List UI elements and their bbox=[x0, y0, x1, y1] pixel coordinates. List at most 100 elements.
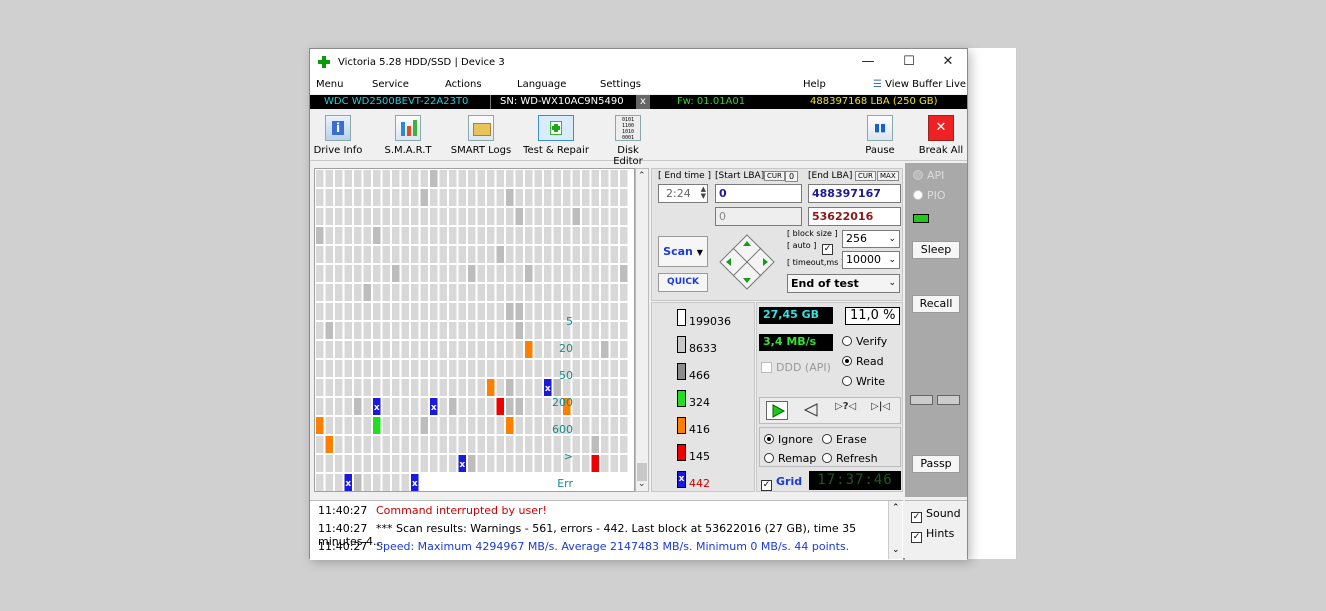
passp-button[interactable]: Passp bbox=[912, 455, 960, 473]
grid-cell bbox=[591, 322, 599, 339]
verify-radio[interactable]: Verify bbox=[842, 335, 887, 348]
grid-scrollbar[interactable]: ⌃ ⌄ bbox=[635, 168, 649, 492]
start-cur-button[interactable]: CUR bbox=[764, 171, 785, 181]
position-end-field: 53622016 bbox=[808, 207, 901, 226]
grid-cell bbox=[420, 436, 428, 453]
menu-item-menu[interactable]: Menu bbox=[316, 79, 343, 90]
back-button[interactable] bbox=[800, 401, 822, 420]
title-bar: Victoria 5.28 HDD/SSD | Device 3 — ☐ ✕ bbox=[310, 49, 967, 77]
grid-cell bbox=[591, 189, 599, 206]
end-of-test-select[interactable]: End of test ⌄ bbox=[787, 274, 900, 293]
legend-panel: 5 199036 20 8633 50 466 200 324 600 416 >145 … bbox=[552, 302, 755, 492]
test-repair-button[interactable]: Test & Repair bbox=[523, 115, 589, 156]
start-zero-button[interactable]: 0 bbox=[785, 171, 799, 182]
grid-cell bbox=[382, 284, 390, 301]
pio-radio[interactable]: PIO bbox=[913, 189, 946, 202]
grid-cell bbox=[544, 284, 552, 301]
grid-cell bbox=[430, 189, 438, 206]
scan-button[interactable]: Scan ▼ bbox=[658, 236, 708, 267]
end-button[interactable]: ▷|◁ bbox=[871, 401, 895, 420]
scroll-down-arrow-icon[interactable]: ⌄ bbox=[892, 545, 900, 555]
side-toggle-right[interactable] bbox=[937, 395, 960, 405]
remap-radio[interactable]: Remap bbox=[764, 452, 816, 465]
menu-item-service[interactable]: Service bbox=[372, 79, 409, 90]
read-radio[interactable]: Read bbox=[842, 355, 884, 368]
grid-checkbox[interactable]: ✓ Grid bbox=[761, 475, 802, 491]
end-lba-input[interactable]: 488397167 bbox=[808, 184, 901, 203]
options-panel: ✓ Sound ✓ Hints bbox=[905, 500, 967, 560]
menu-item-actions[interactable]: Actions bbox=[445, 79, 482, 90]
hints-checkbox[interactable]: ✓ Hints bbox=[911, 527, 954, 543]
end-time-field[interactable]: 2:24 ▲ ▼ bbox=[658, 184, 708, 203]
legend-count: 199036 bbox=[689, 315, 731, 328]
menu-item-help[interactable]: Help bbox=[803, 79, 826, 90]
break-all-button[interactable]: ✕ Break All bbox=[916, 115, 966, 156]
side-toggle-left[interactable] bbox=[910, 395, 933, 405]
auto-label: [ auto ] bbox=[787, 241, 817, 250]
pause-button[interactable]: ▮▮ Pause bbox=[860, 115, 900, 156]
ddd-api-checkbox[interactable]: DDD (API) bbox=[761, 361, 831, 374]
write-radio[interactable]: Write bbox=[842, 375, 885, 388]
start-lba-input[interactable]: 0 bbox=[715, 184, 802, 203]
scroll-down-arrow-icon[interactable]: ⌄ bbox=[638, 479, 646, 489]
grid-cell bbox=[354, 360, 362, 377]
grid-cell bbox=[601, 208, 609, 225]
menu-item-settings[interactable]: Settings bbox=[600, 79, 641, 90]
minimize-button[interactable]: — bbox=[858, 54, 878, 72]
scroll-up-arrow-icon[interactable]: ⌃ bbox=[892, 503, 900, 513]
close-button[interactable]: ✕ bbox=[938, 54, 958, 72]
grid-cell bbox=[439, 474, 447, 491]
grid-cell bbox=[420, 189, 428, 206]
grid-cell bbox=[363, 398, 371, 415]
grid-cell bbox=[316, 227, 324, 244]
grid-cell bbox=[582, 265, 590, 282]
refresh-radio[interactable]: Refresh bbox=[822, 452, 878, 465]
sound-checkbox[interactable]: ✓ Sound bbox=[911, 507, 961, 523]
dropdown-arrow-icon: ▼ bbox=[696, 248, 703, 257]
grid-error-mark: x bbox=[374, 403, 380, 413]
grid-cell bbox=[382, 436, 390, 453]
end-cur-button[interactable]: CUR bbox=[855, 171, 876, 181]
serial-copy-button[interactable]: x bbox=[640, 95, 646, 109]
disk-editor-button[interactable]: 0101 1100 1010 0001 Disk Editor bbox=[602, 115, 654, 167]
end-max-button[interactable]: MAX bbox=[877, 171, 899, 181]
maximize-button[interactable]: ☐ bbox=[899, 54, 919, 72]
recall-button[interactable]: Recall bbox=[912, 295, 960, 313]
play-button[interactable] bbox=[766, 401, 788, 420]
grid-cell bbox=[582, 398, 590, 415]
ignore-radio[interactable]: Ignore bbox=[764, 433, 813, 446]
playback-controls: ▷?◁ ▷|◁ bbox=[759, 397, 901, 424]
block-size-select[interactable]: 256 ⌄ bbox=[842, 230, 900, 248]
grid-cell bbox=[382, 227, 390, 244]
grid-cell bbox=[610, 227, 618, 244]
jump-button[interactable]: ▷?◁ bbox=[835, 401, 859, 420]
api-radio[interactable]: API bbox=[913, 169, 944, 182]
log-text: Command interrupted by user! bbox=[376, 504, 547, 517]
auto-checkbox[interactable]: ✓ bbox=[822, 239, 837, 255]
grid-cell bbox=[411, 360, 419, 377]
grid-cell bbox=[420, 455, 428, 472]
erase-radio[interactable]: Erase bbox=[822, 433, 867, 446]
grid-cell bbox=[610, 246, 618, 263]
grid-cell bbox=[401, 189, 409, 206]
timeout-select[interactable]: 10000 ⌄ bbox=[842, 251, 900, 269]
sleep-button[interactable]: Sleep bbox=[912, 241, 960, 259]
grid-cell bbox=[620, 417, 628, 434]
grid-cell bbox=[335, 455, 343, 472]
navigation-arrows[interactable] bbox=[718, 233, 776, 291]
view-buffer-live-link[interactable]: ☰ View Buffer Live bbox=[873, 79, 966, 90]
drive-info-button[interactable]: i Drive Info bbox=[313, 115, 363, 156]
grid-cell bbox=[572, 208, 580, 225]
quick-button[interactable]: QUICK bbox=[658, 273, 708, 292]
grid-cell bbox=[515, 379, 523, 396]
grid-cell bbox=[591, 360, 599, 377]
radio-icon bbox=[764, 434, 774, 444]
smart-button[interactable]: S.M.A.R.T bbox=[381, 115, 435, 156]
scroll-up-arrow-icon[interactable]: ⌃ bbox=[638, 171, 646, 181]
grid-cell bbox=[392, 227, 400, 244]
log-scrollbar[interactable]: ⌃ ⌄ bbox=[888, 501, 902, 559]
smart-logs-button[interactable]: SMART Logs bbox=[449, 115, 513, 156]
menu-item-language[interactable]: Language bbox=[517, 79, 566, 90]
end-time-spinner[interactable]: ▲ ▼ bbox=[701, 186, 706, 200]
grid-cell bbox=[610, 436, 618, 453]
